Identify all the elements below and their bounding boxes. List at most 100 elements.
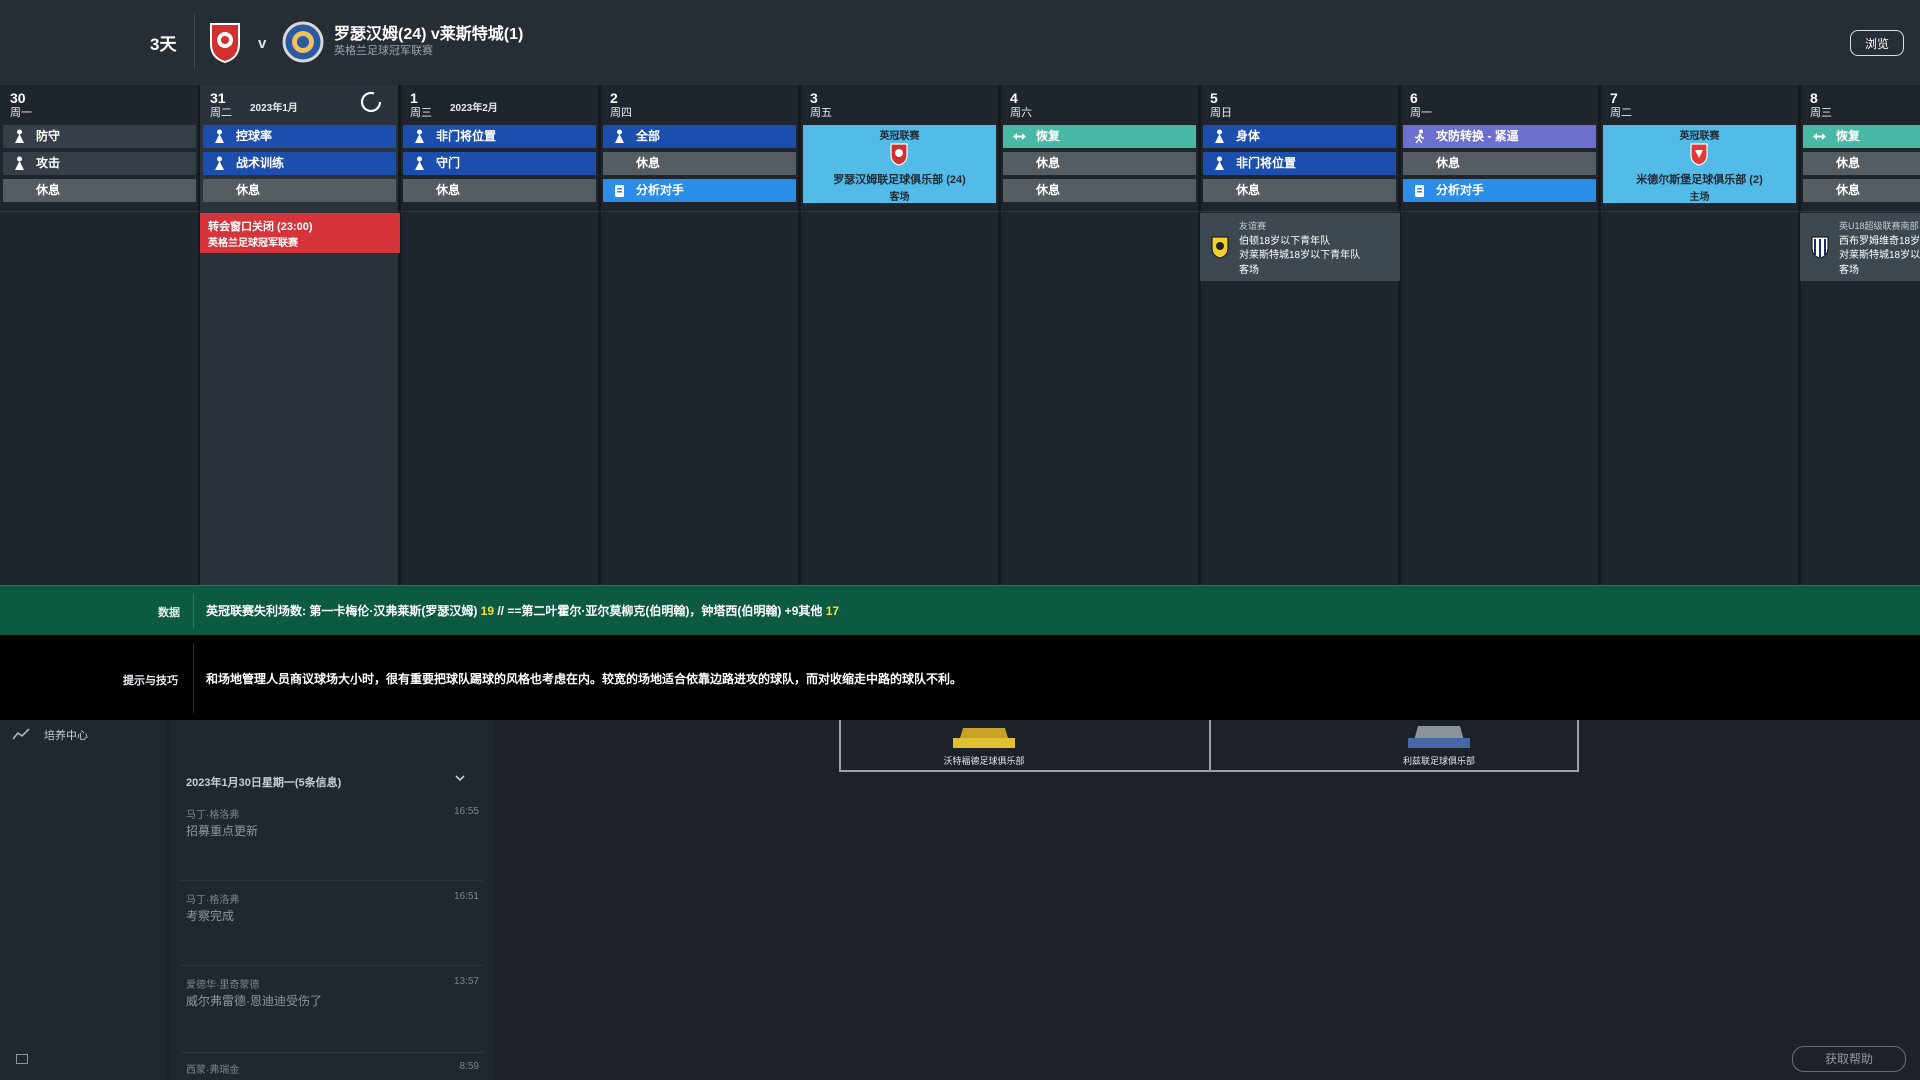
day-column-6: 6 周一 攻防转换 - 紧逼 休息 分析对手 <box>1400 85 1601 585</box>
inbox-date-header[interactable]: 2023年1月30日星期一(5条信息) <box>186 774 341 790</box>
training-slot[interactable]: 控球率 <box>203 125 396 148</box>
stats-number-a: 19 <box>480 604 495 618</box>
match-competition: 英冠联赛 <box>879 131 920 142</box>
training-slot[interactable]: 恢复 <box>1003 125 1196 148</box>
match-venue: 主场 <box>1689 192 1710 203</box>
person-icon <box>215 129 224 143</box>
event-subtitle: 英格兰足球冠军联赛 <box>208 238 298 249</box>
inbox-message[interactable]: 马丁·格洛弗 16:55 招募重点更新 <box>180 800 483 870</box>
training-slot[interactable]: 身体 <box>1203 125 1396 148</box>
stats-ticker: 数据 英冠联赛失利场数: 第一卡梅伦·汉弗莱斯(罗瑟汉姆) 19 // ==第二… <box>0 585 1920 636</box>
countdown-days: 3天 <box>150 35 177 54</box>
training-slot[interactable]: 全部 <box>603 125 796 148</box>
message-time: 13:57 <box>453 976 479 987</box>
tips-panel: 提示与技巧 和场地管理人员商议球场大小时，很有重要把球队踢球的风格也考虑在内。较… <box>0 635 1920 720</box>
match-opponent: 米德尔斯堡足球俱乐部 (2) <box>1636 174 1763 186</box>
burton-crest-icon <box>1211 236 1229 259</box>
club-tag-right[interactable]: 利兹联足球俱乐部 <box>1394 720 1484 768</box>
day-header: 4 周六 <box>1000 85 1198 125</box>
message-divider <box>180 880 483 881</box>
development-centre-link[interactable]: 培养中心 <box>44 727 88 743</box>
training-slot[interactable]: 守门 <box>403 152 596 175</box>
next-match-title[interactable]: 罗瑟汉姆(24) v莱斯特城(1) <box>334 20 523 44</box>
window-icon[interactable] <box>16 1054 28 1064</box>
day-weekday: 周五 <box>810 107 832 119</box>
club-tag-left[interactable]: 沃特福德足球俱乐部 <box>939 720 1029 768</box>
next-match-competition: 英格兰足球冠军联赛 <box>334 45 433 57</box>
training-slot[interactable]: 攻击 <box>3 152 196 175</box>
day-column-3: 3 周五 英冠联赛 罗瑟汉姆联足球俱乐部 (24) 客场 <box>800 85 1001 585</box>
tips-text: 和场地管理人员商议球场大小时，很有重要把球队踢球的风格也考虑在内。较宽的场地适合… <box>206 672 963 686</box>
person-icon <box>215 156 224 170</box>
month-label: 2023年2月 <box>450 103 498 114</box>
refresh-icon[interactable] <box>358 89 384 115</box>
bottom-area: 培养中心 2023年1月30日星期一(5条信息) 马丁·格洛弗 16:55 招募… <box>0 720 1920 1080</box>
training-slot[interactable]: 非门将位置 <box>1203 152 1396 175</box>
message-time: 8:59 <box>459 1061 479 1072</box>
message-sender: 西蒙·弗瑞金 <box>186 1065 240 1076</box>
day-column-1: 1 周三 2023年2月 非门将位置 守门 休息 <box>400 85 601 585</box>
day-header: 5 周日 <box>1200 85 1398 125</box>
day-header: 31 周二 2023年1月 <box>200 85 398 125</box>
match-card[interactable]: 英冠联赛 米德尔斯堡足球俱乐部 (2) 主场 <box>1603 125 1796 203</box>
trend-chart-icon[interactable] <box>12 727 30 741</box>
training-slot[interactable]: 非门将位置 <box>403 125 596 148</box>
message-divider <box>180 1052 483 1053</box>
day-weekday: 周一 <box>10 107 32 119</box>
slot-label: 休息 <box>236 183 261 197</box>
slot-label: 休息 <box>1836 156 1861 170</box>
match-card[interactable]: 英冠联赛 罗瑟汉姆联足球俱乐部 (24) 客场 <box>803 125 996 203</box>
training-slot[interactable]: 恢复 <box>1803 125 1920 148</box>
inbox-message[interactable]: 爱德华·里奇蒙德 13:57 威尔弗雷德·恩迪迪受伤了 <box>180 970 483 1040</box>
help-button[interactable]: 获取帮助 <box>1792 1046 1906 1072</box>
message-sender: 爱德华·里奇蒙德 <box>186 980 260 991</box>
training-slot[interactable]: 分析对手 <box>603 179 796 202</box>
slot-label: 休息 <box>1036 183 1061 197</box>
training-slot[interactable]: 休息 <box>403 179 596 202</box>
training-slot[interactable]: 休息 <box>1003 179 1196 202</box>
youth-friendly-event[interactable]: 友谊赛 伯顿18岁以下青年队 对莱斯特城18岁以下青年队 客场 <box>1200 213 1400 281</box>
u18-league-event[interactable]: 英U18超级联赛南部 西布罗姆维奇18岁 对莱斯特城18岁以 客场 <box>1800 213 1920 281</box>
person-icon <box>1215 129 1224 143</box>
training-slot[interactable]: 防守 <box>3 125 196 148</box>
training-slot[interactable]: 休息 <box>1203 179 1396 202</box>
clipboard-icon <box>1415 185 1424 197</box>
inbox-panel: 2023年1月30日星期一(5条信息) 马丁·格洛弗 16:55 招募重点更新 … <box>170 720 493 1080</box>
message-time: 16:55 <box>453 806 479 817</box>
day-header: 7 周二 <box>1600 85 1798 125</box>
inbox-message[interactable]: 西蒙·弗瑞金 8:59 <box>180 1055 483 1080</box>
transfer-deadline-event[interactable]: 转会窗口关闭 (23:00) 英格兰足球冠军联赛 <box>200 213 400 253</box>
training-slot[interactable]: 分析对手 <box>1403 179 1596 202</box>
stats-text-b: // ==第二叶霍尔·亚尔莫柳克(伯明翰)，钟塔西(伯明翰) +9其他 <box>494 604 826 618</box>
event-line: 对莱斯特城18岁以下青年队 <box>1239 250 1361 261</box>
person-icon <box>15 129 24 143</box>
day-column-30: 30 周一 防守 攻击 休息 <box>0 85 201 585</box>
training-slot[interactable]: 休息 <box>603 152 796 175</box>
slot-label: 战术训练 <box>236 156 285 170</box>
training-slot[interactable]: 休息 <box>1803 179 1920 202</box>
slot-label: 攻防转换 - 紧逼 <box>1436 129 1519 143</box>
training-slot[interactable]: 休息 <box>1403 152 1596 175</box>
day-weekday: 周三 <box>410 107 432 119</box>
versus-label: v <box>258 35 267 52</box>
slot-label: 控球率 <box>236 129 273 143</box>
chevron-down-icon[interactable] <box>454 772 466 784</box>
day-weekday: 周四 <box>610 107 632 119</box>
club-name: 沃特福德足球俱乐部 <box>943 756 1025 766</box>
inbox-message[interactable]: 马丁·格洛弗 16:51 考察完成 <box>180 885 483 955</box>
leicester-crest-icon[interactable] <box>282 20 324 64</box>
stats-text-a: 英冠联赛失利场数: 第一卡梅伦·汉弗莱斯(罗瑟汉姆) <box>206 604 481 618</box>
training-slot[interactable]: 休息 <box>3 179 196 202</box>
training-slot[interactable]: 战术训练 <box>203 152 396 175</box>
training-calendar: 30 周一 防守 攻击 休息 31 周二 2023年1月 控球率 战术训练 休息… <box>0 85 1920 585</box>
training-slot[interactable]: 休息 <box>1003 152 1196 175</box>
browse-button[interactable]: 浏览 <box>1850 30 1904 56</box>
rotherham-crest-icon[interactable] <box>205 20 245 64</box>
training-slot[interactable]: 休息 <box>203 179 396 202</box>
stats-text[interactable]: 英冠联赛失利场数: 第一卡梅伦·汉弗莱斯(罗瑟汉姆) 19 // ==第二叶霍尔… <box>206 602 839 619</box>
training-slot[interactable]: 休息 <box>1803 152 1920 175</box>
clipboard-icon <box>615 185 624 197</box>
club-name: 利兹联足球俱乐部 <box>1402 756 1475 766</box>
day-column-4: 4 周六 恢复 休息 休息 <box>1000 85 1201 585</box>
training-slot[interactable]: 攻防转换 - 紧逼 <box>1403 125 1596 148</box>
